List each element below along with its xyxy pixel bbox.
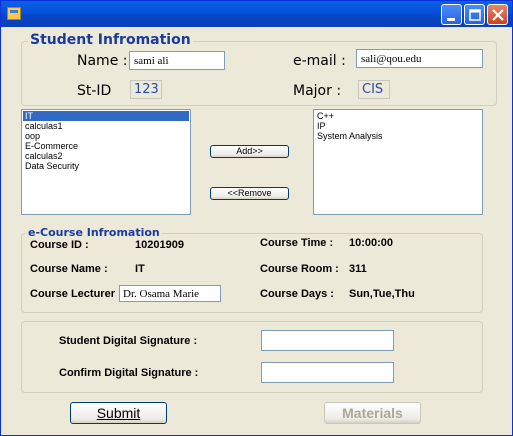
chosen-courses-list[interactable]: C++ IP System Analysis [313,109,483,215]
remove-button[interactable]: <<Remove [210,187,289,200]
available-course-item[interactable]: oop [23,131,189,141]
course-days-label: Course Days : [260,288,334,300]
course-name-label: Course Name : [30,263,108,275]
course-info-heading: e-Course Infromation [26,226,162,239]
name-field[interactable]: sami ali [129,51,225,70]
confirm-signature-field[interactable] [261,362,394,383]
chosen-course-item[interactable]: System Analysis [315,131,481,141]
confirm-signature-label: Confirm Digital Signature : [59,367,199,379]
student-signature-label: Student Digital Signature : [59,335,198,347]
minimize-icon [447,18,455,21]
student-window: Student Infromation Name : sami ali e-ma… [0,0,513,436]
student-info-heading: Student Infromation [28,32,193,48]
course-name-value: IT [135,263,145,275]
available-course-item[interactable]: E-Commerce [23,141,189,151]
course-room-label: Course Room : [260,263,339,275]
available-course-item[interactable]: calculas2 [23,151,189,161]
submit-button-label: Submit [96,405,141,421]
email-field[interactable]: sali@qou.edu [356,49,483,68]
name-label: Name : [77,53,128,69]
chosen-course-item[interactable]: C++ [315,111,481,121]
app-icon [7,7,21,20]
major-label: Major : [293,83,342,99]
course-id-value: 10201909 [135,239,184,251]
course-time-value: 10:00:00 [349,237,394,249]
course-room-value: 311 [349,263,367,275]
major-value: CIS [358,80,390,99]
signature-group [21,321,483,393]
materials-button: Materials [324,402,421,424]
submit-button[interactable]: Submit [70,402,167,424]
course-time-label: Course Time : [260,237,334,249]
chosen-course-item[interactable]: IP [315,121,481,131]
course-id-label: Course ID : [30,239,89,251]
close-icon [492,9,504,21]
maximize-button[interactable] [464,4,485,25]
close-button[interactable] [487,4,508,25]
add-button[interactable]: Add>> [210,145,289,158]
student-signature-field[interactable] [261,330,394,351]
course-days-value: Sun,Tue,Thu [349,288,415,300]
course-lecturer-label: Course Lecturer : [30,288,122,300]
minimize-button[interactable] [441,4,462,25]
stid-value: 123 [130,80,162,99]
email-label: e-mail : [293,53,346,69]
stid-label: St-ID [77,83,112,99]
available-course-item[interactable]: calculas1 [23,121,189,131]
maximize-icon [469,9,481,21]
available-course-item[interactable]: Data Security [23,161,189,171]
course-lecturer-value: Dr. Osama Marie [119,285,221,302]
available-courses-list[interactable]: IT calculas1 oop E-Commerce calculas2 Data Se… [21,109,191,215]
available-course-item[interactable]: IT [23,111,189,121]
title-bar[interactable] [1,1,512,27]
